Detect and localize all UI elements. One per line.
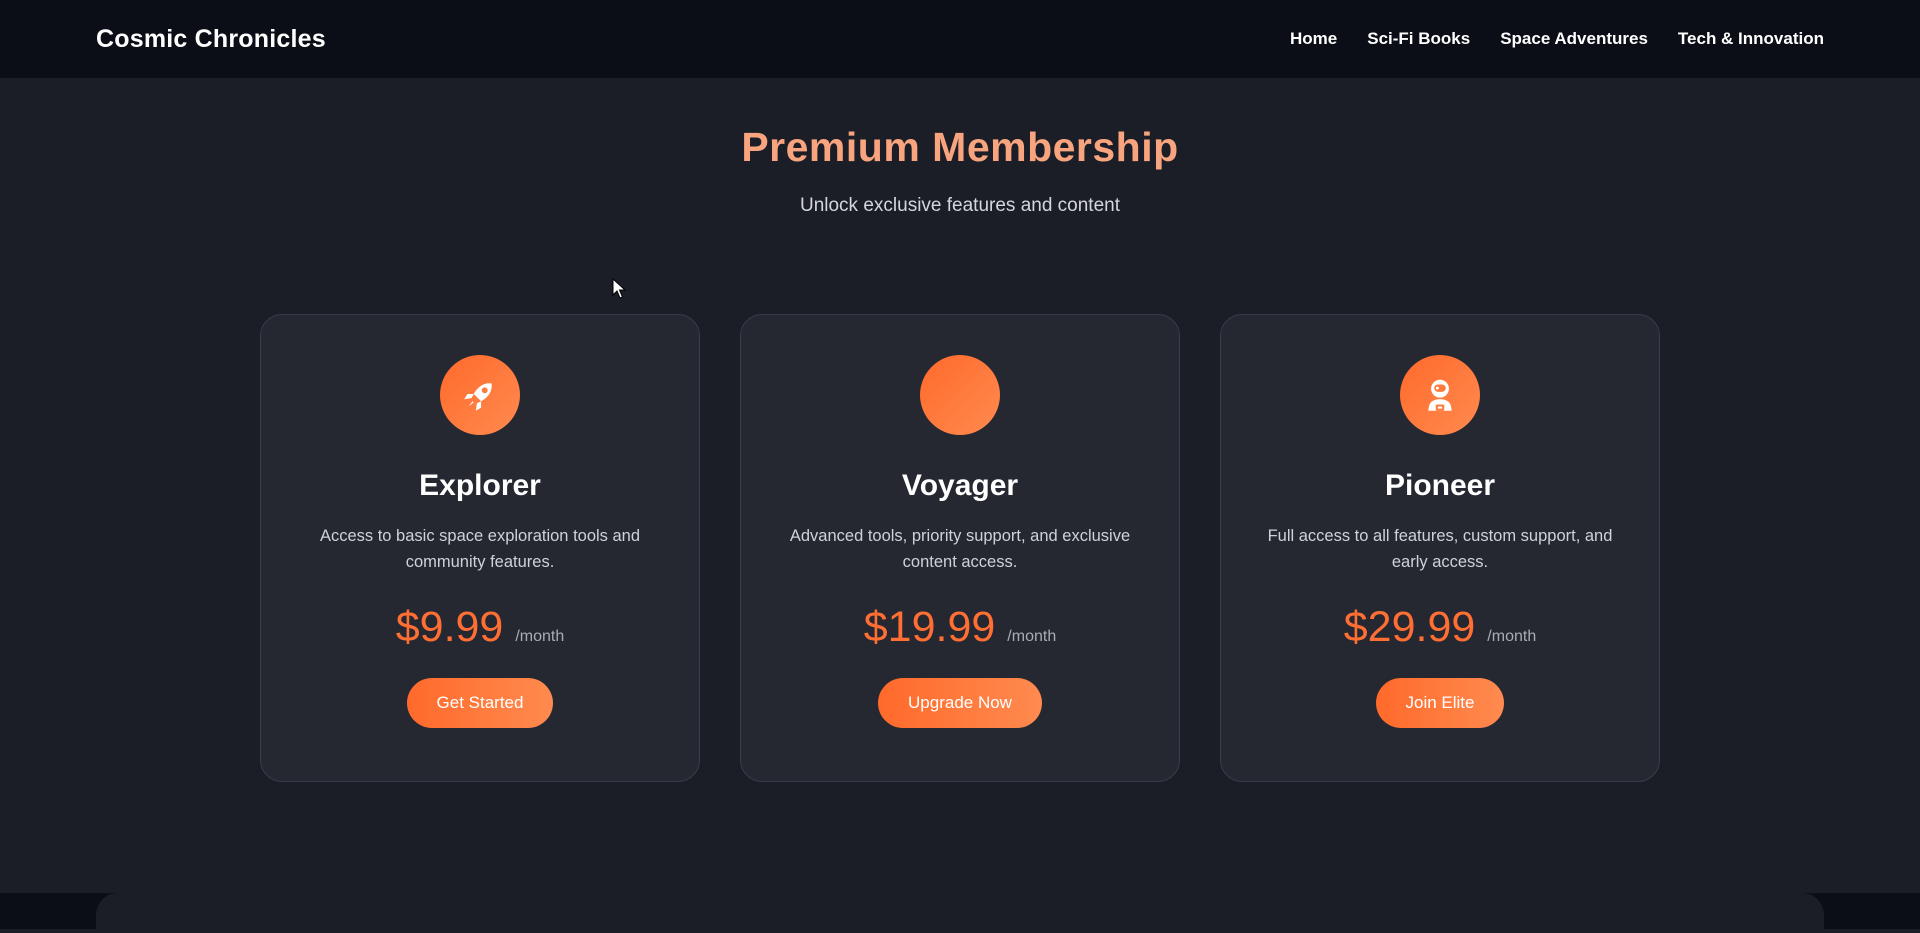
pricing-cards: Explorer Access to basic space explorati… (260, 314, 1660, 782)
site-brand[interactable]: Cosmic Chronicles (96, 25, 326, 54)
plan-description: Advanced tools, priority support, and ex… (789, 527, 1131, 571)
plan-card-explorer: Explorer Access to basic space explorati… (260, 314, 700, 782)
plan-description: Access to basic space exploration tools … (319, 527, 641, 571)
join-elite-button[interactable]: Join Elite (1375, 678, 1505, 728)
plan-price: $19.99 (863, 603, 996, 651)
upgrade-now-button[interactable]: Upgrade Now (878, 678, 1042, 728)
plan-title: Explorer (419, 469, 541, 502)
plan-price-row: $29.99 /month (1344, 603, 1536, 652)
plan-period: /month (1487, 628, 1537, 645)
nav-link-space-adventures[interactable]: Space Adventures (1500, 29, 1648, 49)
plan-card-voyager: Voyager Advanced tools, priority support… (740, 314, 1180, 782)
rocket-icon (440, 355, 520, 435)
plan-price: $29.99 (1343, 603, 1476, 651)
plan-price-row: $19.99 /month (864, 603, 1056, 652)
plan-period: /month (1007, 628, 1057, 645)
get-started-button[interactable]: Get Started (406, 678, 554, 728)
plan-period: /month (515, 628, 565, 645)
astronaut-icon (1400, 355, 1480, 435)
plan-card-pioneer: Pioneer Full access to all features, cus… (1220, 314, 1660, 782)
page-title: Premium Membership (741, 124, 1179, 170)
plan-title: Voyager (901, 469, 1019, 502)
page-subtitle: Unlock exclusive features and content (799, 195, 1120, 216)
nav-link-tech-innovation[interactable]: Tech & Innovation (1678, 29, 1824, 49)
main-nav: Home Sci-Fi Books Space Adventures Tech … (1290, 29, 1824, 49)
blank-circle-icon (920, 355, 1000, 435)
nav-link-sci-fi-books[interactable]: Sci-Fi Books (1367, 29, 1470, 49)
footer-panel (96, 893, 1824, 933)
nav-link-home[interactable]: Home (1290, 29, 1337, 49)
hero-section: Premium Membership Unlock exclusive feat… (0, 78, 1920, 217)
mouse-cursor-icon (612, 278, 626, 299)
plan-title: Pioneer (1384, 469, 1496, 502)
plan-price: $9.99 (395, 603, 504, 651)
plan-price-row: $9.99 /month (396, 603, 565, 652)
plan-description: Full access to all features, custom supp… (1267, 527, 1613, 571)
top-navbar: Cosmic Chronicles Home Sci-Fi Books Spac… (0, 0, 1920, 78)
